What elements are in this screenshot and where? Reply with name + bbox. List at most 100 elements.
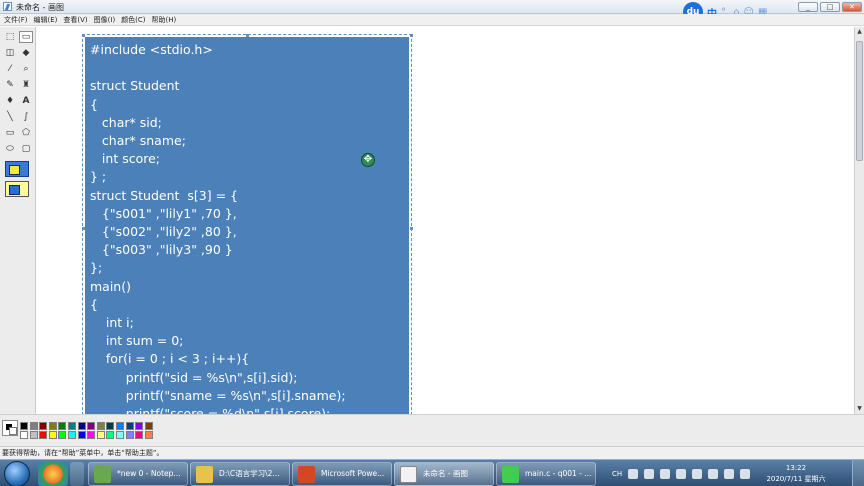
menu-edit[interactable]: 编辑(E) bbox=[34, 14, 58, 25]
color-swatch[interactable] bbox=[39, 431, 48, 439]
color-swatch[interactable] bbox=[20, 422, 28, 430]
color-swatch[interactable] bbox=[144, 422, 153, 430]
system-tray: CH bbox=[612, 464, 751, 484]
task-label: 未命名 - 画图 bbox=[423, 469, 468, 478]
task-powerpoint[interactable]: Microsoft Powe... bbox=[292, 462, 392, 486]
line-icon[interactable]: ╲ bbox=[3, 111, 17, 123]
select-icon[interactable]: ▭ bbox=[19, 31, 33, 43]
tray-volume-icon[interactable] bbox=[708, 469, 719, 479]
brush-icon[interactable]: ♜ bbox=[19, 79, 33, 91]
resize-handle[interactable] bbox=[410, 34, 413, 37]
opaque-mode-icon[interactable] bbox=[5, 161, 29, 177]
color-swatch[interactable] bbox=[77, 431, 86, 439]
color-swatch[interactable] bbox=[29, 431, 38, 439]
color-swatch[interactable] bbox=[106, 431, 115, 439]
color-swatch[interactable] bbox=[68, 431, 76, 439]
menu-help[interactable]: 帮助(H) bbox=[152, 14, 177, 25]
chrome-pinned-icon[interactable] bbox=[38, 462, 68, 486]
scroll-down-arrow-icon[interactable]: ▼ bbox=[855, 404, 864, 414]
tool-box: ⬚ ▭ ◫ ◆ ⁄ ⌕ ✎ ♜ ♦ A ╲ ∫ ▭ ⬠ ⬭ ▢ bbox=[0, 27, 36, 414]
resize-handle[interactable] bbox=[246, 34, 249, 37]
color-swatch[interactable] bbox=[87, 422, 96, 430]
ellipse-icon[interactable]: ⬭ bbox=[3, 143, 17, 155]
color-swatch[interactable] bbox=[125, 431, 134, 439]
color-swatch[interactable] bbox=[96, 422, 105, 430]
eraser-icon[interactable]: ◫ bbox=[3, 47, 17, 59]
move-cursor-icon: ✥ bbox=[361, 153, 375, 167]
color-swatch[interactable] bbox=[39, 422, 48, 430]
scroll-up-arrow-icon[interactable]: ▲ bbox=[855, 27, 864, 37]
menu-image[interactable]: 图像(I) bbox=[94, 14, 116, 25]
current-colors bbox=[2, 420, 18, 436]
color-swatch[interactable] bbox=[96, 431, 105, 439]
minimize-button[interactable]: _ bbox=[798, 2, 818, 12]
color-swatch[interactable] bbox=[29, 422, 38, 430]
color-picker-icon[interactable]: ⁄ bbox=[3, 63, 17, 75]
color-swatch[interactable] bbox=[58, 431, 67, 439]
resize-handle[interactable] bbox=[410, 227, 413, 230]
clock-date: 2020/7/11 星期六 bbox=[766, 475, 826, 483]
fill-icon[interactable]: ◆ bbox=[19, 47, 33, 59]
tray-app-icon[interactable] bbox=[660, 469, 671, 479]
menu-view[interactable]: 查看(V) bbox=[63, 14, 87, 25]
transparent-mode-icon[interactable] bbox=[5, 181, 29, 197]
tray-bluetooth-icon[interactable] bbox=[692, 469, 703, 479]
resize-handle[interactable] bbox=[82, 227, 85, 230]
task-qt-creator[interactable]: main.c - q001 - ... bbox=[496, 462, 596, 486]
start-button[interactable] bbox=[4, 461, 30, 486]
selected-text-region[interactable]: #include <stdio.h> struct Student { char… bbox=[82, 34, 412, 425]
color-swatch[interactable] bbox=[125, 422, 134, 430]
color-swatch[interactable] bbox=[48, 422, 57, 430]
free-select-icon[interactable]: ⬚ bbox=[3, 31, 17, 43]
scroll-thumb[interactable] bbox=[856, 41, 863, 161]
color-swatch[interactable] bbox=[116, 431, 124, 439]
text-icon[interactable]: A bbox=[19, 95, 33, 107]
polygon-icon[interactable]: ⬠ bbox=[19, 127, 33, 139]
task-label: *new 0 - Notep... bbox=[117, 469, 181, 478]
restore-button[interactable]: □ bbox=[820, 2, 840, 12]
pencil-icon[interactable]: ✎ bbox=[3, 79, 17, 91]
color-swatch[interactable] bbox=[106, 422, 115, 430]
color-swatch[interactable] bbox=[87, 431, 96, 439]
task-notepad[interactable]: *new 0 - Notep... bbox=[88, 462, 188, 486]
powerpoint-icon bbox=[298, 466, 315, 483]
qt-icon bbox=[502, 466, 519, 483]
task-explorer[interactable]: D:\C语言学习\2... bbox=[190, 462, 290, 486]
color-swatch[interactable] bbox=[135, 422, 144, 430]
canvas-area[interactable]: #include <stdio.h> struct Student { char… bbox=[37, 27, 854, 425]
tray-power-icon[interactable] bbox=[724, 469, 735, 479]
color-swatch[interactable] bbox=[68, 422, 76, 430]
color-swatch[interactable] bbox=[77, 422, 86, 430]
color-swatch[interactable] bbox=[116, 422, 124, 430]
magnifier-icon[interactable]: ⌕ bbox=[19, 63, 33, 75]
rectangle-icon[interactable]: ▭ bbox=[3, 127, 17, 139]
color-swatch[interactable] bbox=[20, 431, 28, 439]
clock[interactable]: 13:22 2020/7/11 星期六 bbox=[760, 463, 832, 485]
color-swatch[interactable] bbox=[144, 431, 153, 439]
task-label: main.c - q001 - ... bbox=[525, 469, 592, 478]
menu-file[interactable]: 文件(F) bbox=[4, 14, 28, 25]
color-swatch[interactable] bbox=[48, 431, 57, 439]
resize-handle[interactable] bbox=[82, 34, 85, 37]
tray-network-icon[interactable] bbox=[676, 469, 687, 479]
tray-ime-icon[interactable] bbox=[628, 469, 639, 479]
menu-colors[interactable]: 颜色(C) bbox=[121, 14, 145, 25]
separator-icon bbox=[70, 462, 84, 486]
airbrush-icon[interactable]: ♦ bbox=[3, 95, 17, 107]
curve-icon[interactable]: ∫ bbox=[19, 111, 33, 123]
menu-bar: 文件(F) 编辑(E) 查看(V) 图像(I) 颜色(C) 帮助(H) bbox=[0, 14, 864, 26]
tray-battery-icon[interactable] bbox=[644, 469, 655, 479]
rounded-rect-icon[interactable]: ▢ bbox=[19, 143, 33, 155]
task-label: Microsoft Powe... bbox=[321, 469, 385, 478]
language-indicator[interactable]: CH bbox=[612, 470, 622, 478]
close-button[interactable]: ✕ bbox=[842, 2, 862, 12]
vertical-scrollbar[interactable]: ▲ ▼ bbox=[854, 27, 864, 414]
notepad-icon bbox=[94, 466, 111, 483]
folder-icon bbox=[196, 466, 213, 483]
paint-app-icon[interactable] bbox=[3, 2, 12, 11]
tray-flag-icon[interactable] bbox=[740, 469, 751, 479]
show-desktop-button[interactable] bbox=[852, 460, 864, 486]
color-swatch[interactable] bbox=[135, 431, 144, 439]
task-paint[interactable]: 未命名 - 画图 bbox=[394, 462, 494, 486]
color-swatch[interactable] bbox=[58, 422, 67, 430]
